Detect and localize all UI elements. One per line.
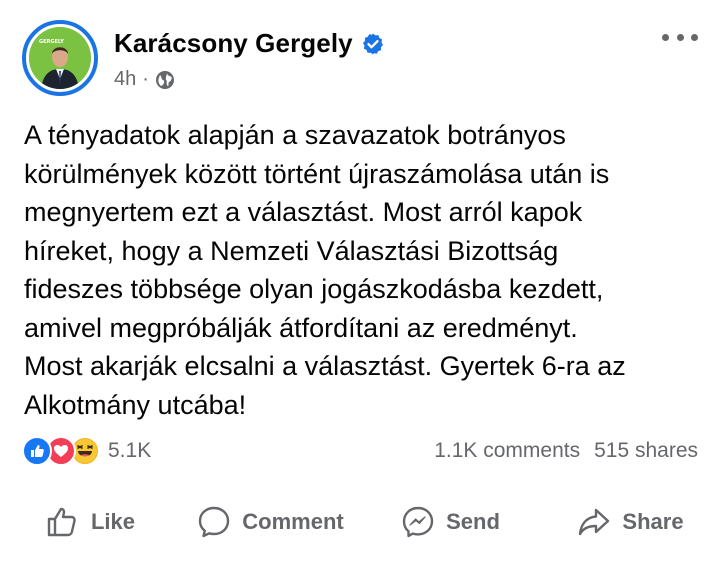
share-label: Share [622,509,684,534]
author-row: Karácsony Gergely [114,28,385,59]
messenger-icon [402,506,434,538]
verified-badge-icon [362,33,383,54]
avatar-image: GERGELY [29,27,91,89]
avatar-logo-text: GERGELY [39,39,64,45]
facebook-post: GERGELY Karácsony Gergely 4h · A tényada… [0,0,720,566]
shares-count[interactable]: 515 shares [594,439,698,463]
post-header: GERGELY Karácsony Gergely 4h · [22,20,702,100]
like-icon [22,436,52,466]
post-stats: 5.1K 1.1K comments 515 shares [22,434,698,468]
post-meta: 4h · [114,68,175,91]
engagement-counts: 1.1K comments 515 shares [434,439,698,463]
reactions-count: 5.1K [108,439,152,462]
share-arrow-icon [579,508,610,536]
reactions-summary[interactable]: 5.1K [22,436,151,466]
post-time[interactable]: 4h [114,68,136,91]
author-name[interactable]: Karácsony Gergely [114,28,353,59]
post-actions: Like Comment Send Share [0,490,720,554]
like-button[interactable]: Like [0,490,180,554]
post-text: A tényadatok alapján a szavazatok botrán… [24,120,626,420]
comment-label: Comment [242,509,344,534]
thumbs-up-icon [47,507,76,537]
share-button[interactable]: Share [540,490,720,554]
comment-button[interactable]: Comment [180,490,360,554]
comment-bubble-icon [199,506,230,538]
send-button[interactable]: Send [360,490,540,554]
avatar[interactable]: GERGELY [22,20,98,96]
comments-count[interactable]: 1.1K comments [434,439,580,463]
meta-separator: · [142,68,149,90]
more-options-icon[interactable] [662,26,698,48]
more-dot-icon [662,33,669,41]
send-label: Send [446,509,500,534]
more-dot-icon [691,33,698,41]
avatar-portrait-icon: GERGELY [29,27,91,89]
globe-icon [155,70,174,89]
like-label: Like [90,509,136,534]
more-dot-icon [676,33,684,41]
